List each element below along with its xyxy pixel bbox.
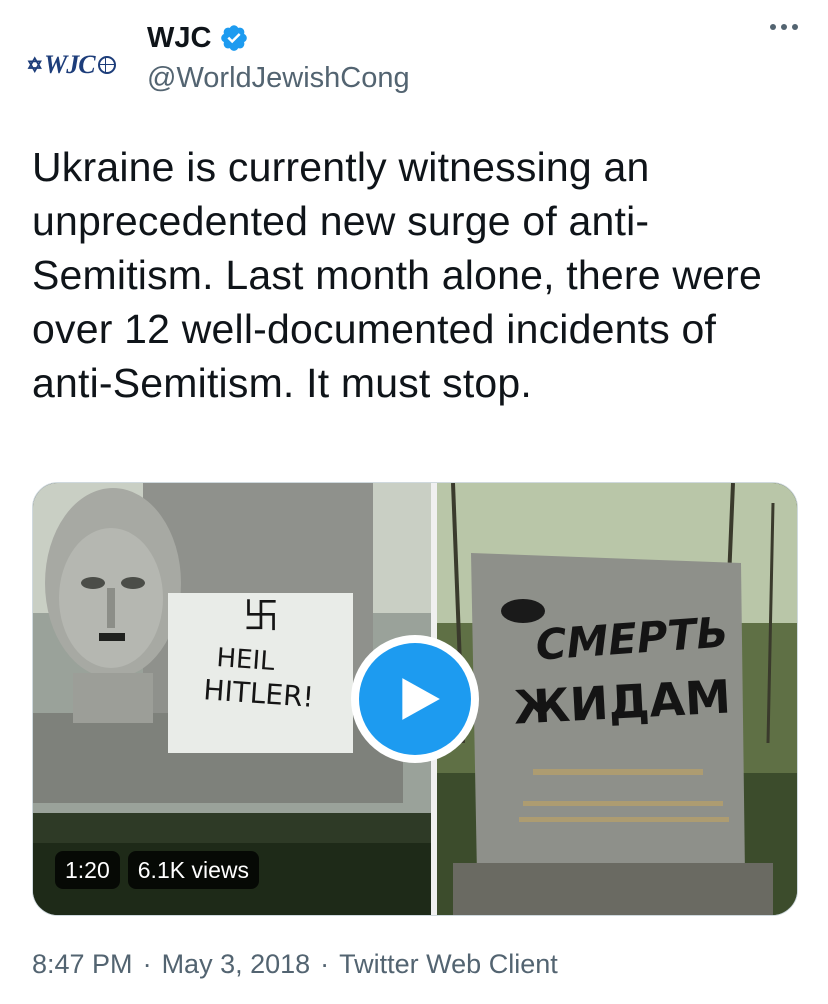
star-of-david-icon: ✡ <box>26 54 43 77</box>
tweet-client[interactable]: Twitter Web Client <box>339 946 558 982</box>
verified-badge-icon <box>221 25 248 51</box>
right-graffiti-line2: ЖИДАМ <box>512 669 732 734</box>
display-name[interactable]: WJC <box>147 20 211 56</box>
video-duration: 1:20 <box>55 851 120 889</box>
tweet-text: Ukraine is currently witnessing an unpre… <box>32 144 762 406</box>
svg-text:卐: 卐 <box>243 596 279 637</box>
avatar[interactable]: ✡ WJC <box>14 8 128 122</box>
tweet-card: ✡ WJC WJC @WorldJewishCong Ukraine is cu… <box>0 0 828 1004</box>
wjc-logo: ✡ WJC <box>26 50 116 80</box>
avatar-logo-text: WJC <box>44 50 95 79</box>
tweet-date[interactable]: May 3, 2018 <box>162 946 311 982</box>
tweet-time[interactable]: 8:47 PM <box>32 946 133 982</box>
globe-icon <box>97 56 116 74</box>
separator: · <box>320 949 330 979</box>
play-icon <box>359 643 471 755</box>
video-player[interactable]: 卐 HEIL HITLER! СМЕРТЬ ЖИДАМ 1:20 6.1K vi… <box>32 482 798 916</box>
video-badges: 1:20 6.1K views <box>55 851 259 889</box>
left-graffiti-line1: HEIL <box>216 643 277 677</box>
author-handle[interactable]: @WorldJewishCong <box>147 60 410 96</box>
video-views: 6.1K views <box>127 851 259 889</box>
tweet-metadata: 8:47 PM · May 3, 2018 · Twitter Web Clie… <box>32 946 558 982</box>
author-name-row: WJC <box>147 20 249 56</box>
more-options-icon[interactable] <box>770 24 798 30</box>
separator: · <box>142 949 152 979</box>
play-button[interactable] <box>351 635 479 763</box>
